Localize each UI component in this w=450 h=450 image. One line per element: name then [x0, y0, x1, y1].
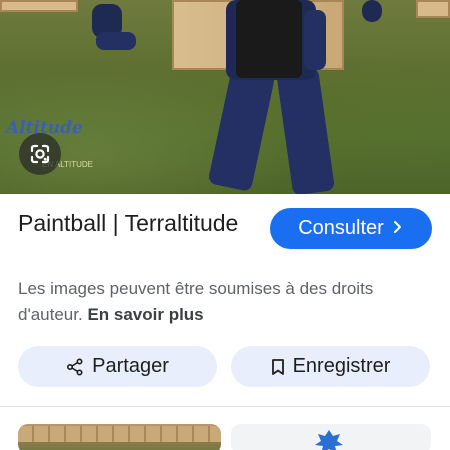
consult-button-label: Consulter — [298, 217, 384, 239]
thumbnail-fence — [18, 426, 221, 442]
related-image-thumbnail-2[interactable] — [231, 424, 431, 450]
google-lens-button[interactable] — [19, 133, 61, 175]
learn-more-link[interactable]: En savoir plus — [87, 305, 203, 324]
bookmark-icon — [271, 358, 284, 375]
save-button[interactable]: Enregistrer — [231, 346, 430, 387]
wooden-bunker-left — [0, 0, 78, 12]
result-title: Paintball | Terraltitude — [18, 210, 239, 236]
logo-icon — [315, 430, 343, 450]
chevron-right-icon — [392, 218, 404, 239]
share-button-label: Partager — [92, 355, 169, 377]
related-image-thumbnail[interactable] — [18, 424, 221, 450]
section-divider — [0, 406, 450, 407]
google-lens-icon — [30, 144, 50, 164]
save-button-label: Enregistrer — [292, 355, 391, 377]
result-image[interactable]: Altitude EN ALTITUDE — [0, 0, 450, 194]
background-player-2 — [362, 0, 392, 28]
background-player — [92, 4, 142, 54]
consult-button[interactable]: Consulter — [270, 208, 432, 249]
foreground-player — [207, 0, 336, 194]
wooden-bunker-right — [416, 0, 450, 18]
copyright-notice: Les images peuvent être soumises à des d… — [18, 276, 438, 328]
share-icon — [67, 357, 83, 376]
share-button[interactable]: Partager — [18, 346, 217, 387]
